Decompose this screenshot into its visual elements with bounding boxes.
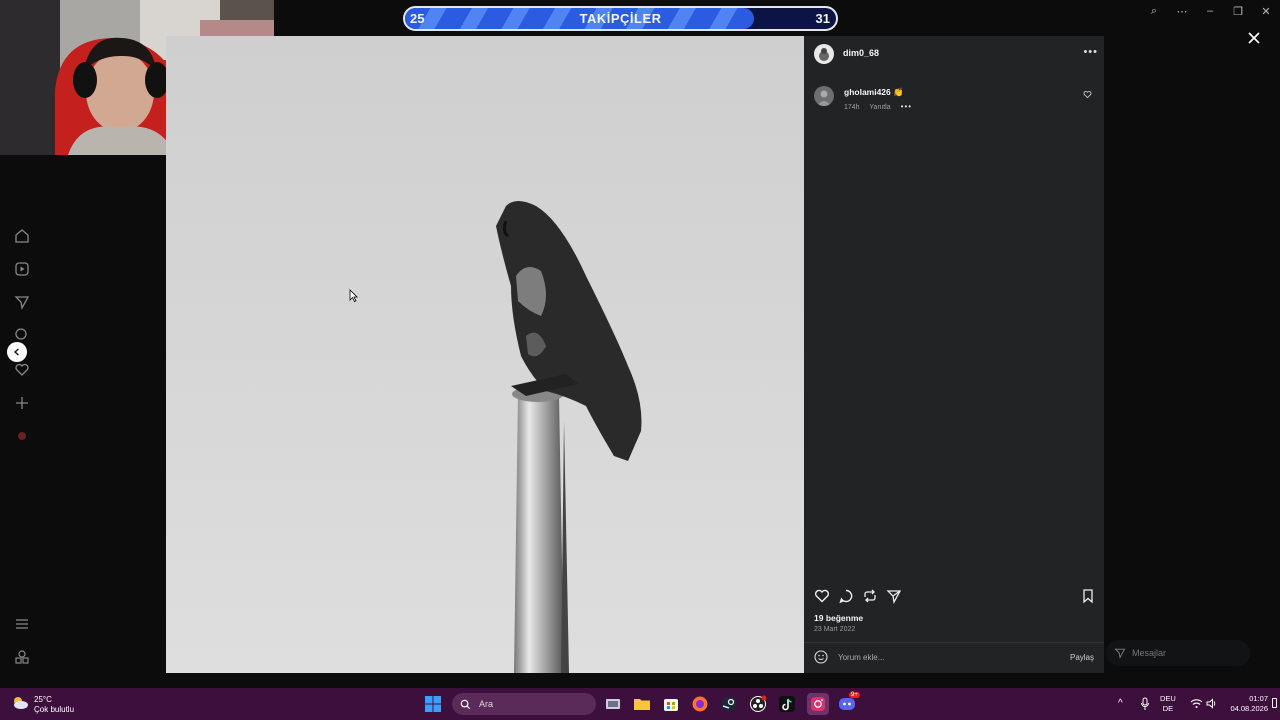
messages-icon bbox=[1114, 648, 1126, 659]
plus-icon[interactable] bbox=[12, 393, 32, 413]
clock[interactable]: 01:07 04.08.2026 bbox=[1226, 694, 1268, 714]
menu-icon[interactable] bbox=[12, 614, 32, 634]
taskbar-search-label: Ara bbox=[479, 699, 494, 709]
task-view-icon[interactable] bbox=[604, 695, 622, 713]
microphone-icon[interactable] bbox=[1140, 697, 1150, 711]
steam-icon[interactable] bbox=[720, 695, 738, 713]
apps-icon[interactable] bbox=[12, 647, 32, 667]
store-icon[interactable] bbox=[662, 695, 680, 713]
maximize-button[interactable]: ❐ bbox=[1224, 0, 1252, 22]
home-icon[interactable] bbox=[12, 226, 32, 246]
chevron-left-icon bbox=[13, 348, 19, 356]
mouse-cursor-icon bbox=[349, 289, 358, 302]
reels-icon[interactable] bbox=[12, 259, 32, 279]
language-indicator[interactable]: DEU DE bbox=[1160, 694, 1176, 714]
send-icon[interactable] bbox=[12, 292, 32, 312]
comment-like-icon[interactable] bbox=[1083, 90, 1092, 99]
lang-top: DEU bbox=[1160, 694, 1176, 703]
comment-header: gholami426 👏 bbox=[844, 87, 904, 98]
reply-link[interactable]: Yanıtla bbox=[869, 104, 890, 111]
comment-meta: 174h Yanıtla ••• bbox=[844, 102, 920, 111]
more-icon[interactable]: ⋯ bbox=[1168, 0, 1196, 22]
messages-button[interactable]: Mesajlar bbox=[1106, 640, 1250, 666]
tray-overflow-icon[interactable]: ^ bbox=[1118, 698, 1123, 709]
file-explorer-icon[interactable] bbox=[633, 695, 651, 713]
comment-age: 174h bbox=[844, 104, 860, 111]
volume-icon[interactable] bbox=[1206, 698, 1218, 709]
profile-icon[interactable] bbox=[12, 426, 32, 446]
taskbar-search[interactable]: Ara bbox=[452, 693, 596, 715]
emoji-icon[interactable] bbox=[814, 650, 828, 664]
discord-badge: 9+ bbox=[849, 692, 860, 698]
clock-time: 01:07 bbox=[1249, 694, 1268, 703]
share-comment-button[interactable]: Paylaş bbox=[1070, 653, 1094, 662]
window-controls: ⌕ ⋯ – ❐ ✕ bbox=[1140, 0, 1280, 22]
post-date: 23 Mart 2022 bbox=[814, 626, 856, 633]
lang-bottom: DE bbox=[1162, 704, 1174, 713]
bookmark-icon[interactable] bbox=[1080, 588, 1096, 604]
comment-text: 👏 bbox=[893, 87, 904, 97]
comment-input[interactable]: Yorum ekle... bbox=[838, 653, 884, 662]
notification-icon[interactable] bbox=[1272, 698, 1277, 708]
obs-icon[interactable] bbox=[749, 695, 767, 713]
follower-goal-bar: 25 TAKİPÇİLER 31 bbox=[403, 6, 838, 31]
weather-desc: Çok bulutlu bbox=[34, 705, 75, 714]
messages-label: Mesajlar bbox=[1132, 648, 1167, 658]
commenter-avatar[interactable] bbox=[814, 86, 834, 106]
author-avatar[interactable] bbox=[814, 44, 834, 64]
post-options-icon[interactable]: ••• bbox=[1083, 46, 1098, 58]
close-icon[interactable] bbox=[1244, 28, 1264, 48]
like-icon[interactable] bbox=[814, 588, 830, 604]
instagram-icon[interactable] bbox=[807, 693, 829, 715]
windows-start-icon[interactable] bbox=[424, 695, 442, 713]
post-image[interactable] bbox=[166, 36, 804, 673]
post-side-panel: dim0_68 ••• gholami426 👏 174h Yanıtla ••… bbox=[804, 36, 1104, 673]
likes-count[interactable]: 19 beğenme bbox=[814, 613, 863, 623]
weather-temp: 25°C bbox=[34, 695, 52, 704]
zoom-icon[interactable]: ⌕ bbox=[1140, 0, 1168, 22]
clock-date: 04.08.2026 bbox=[1230, 704, 1268, 713]
divider bbox=[804, 642, 1104, 643]
follower-goal: 31 bbox=[815, 11, 830, 26]
weather-icon[interactable] bbox=[10, 694, 30, 710]
window-close-button[interactable]: ✕ bbox=[1252, 0, 1280, 22]
tiktok-icon[interactable] bbox=[778, 695, 796, 713]
commenter-username[interactable]: gholami426 bbox=[844, 87, 891, 97]
heart-icon[interactable] bbox=[12, 360, 32, 380]
wifi-icon[interactable] bbox=[1190, 698, 1203, 709]
comment-icon[interactable] bbox=[838, 588, 854, 604]
share-icon[interactable] bbox=[886, 588, 902, 604]
minimize-button[interactable]: – bbox=[1196, 0, 1224, 22]
author-username[interactable]: dim0_68 bbox=[843, 48, 879, 58]
follower-label: TAKİPÇİLER bbox=[579, 11, 662, 26]
comment-options-icon[interactable]: ••• bbox=[901, 102, 912, 111]
firefox-icon[interactable] bbox=[691, 695, 709, 713]
repost-icon[interactable] bbox=[862, 588, 878, 604]
taskbar-search-icon bbox=[460, 699, 471, 709]
back-button[interactable] bbox=[7, 342, 27, 362]
